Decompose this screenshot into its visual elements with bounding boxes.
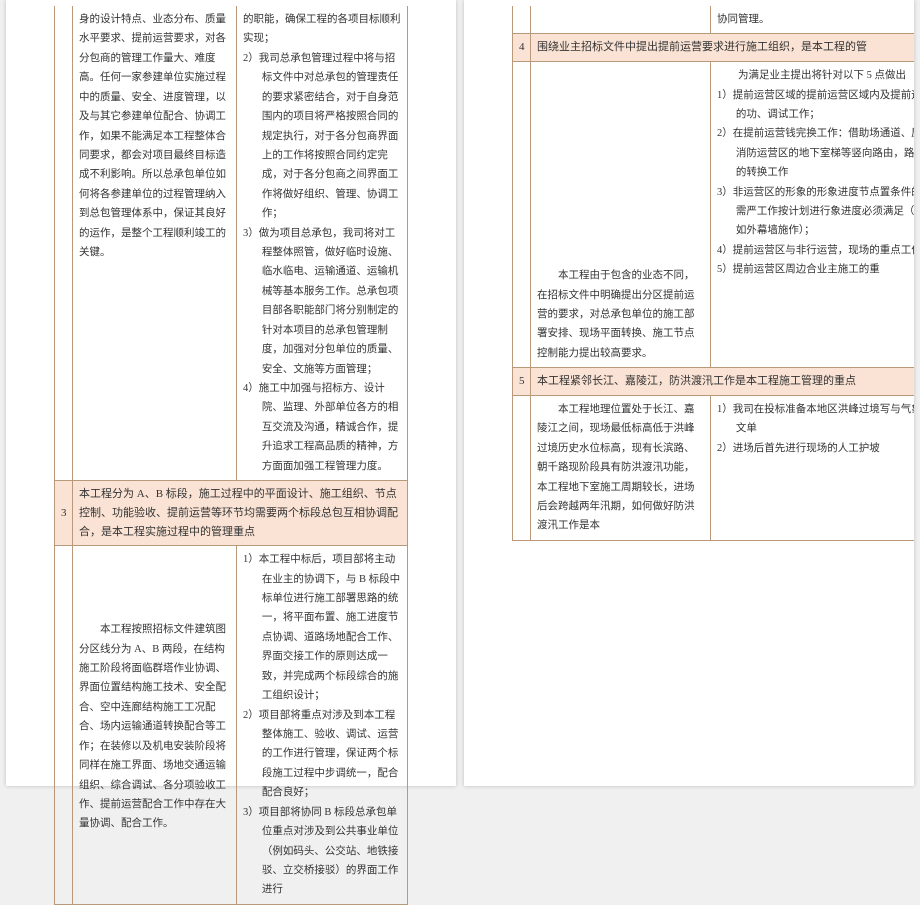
table-row: 本工程由于包含的业态不同，在招标文件中明确提出分区提前运营的要求，对总承包单位的…	[513, 62, 915, 368]
page-left: 身的设计特点、业态分布、质量水平要求、提前运营要求，对各分包商的管理工作量大、难…	[6, 0, 456, 786]
body-text: 2）在提前运营钱完换工作：借助场通道、屋面消防运营区的地下室梯等竖向路由，路由的…	[717, 124, 914, 182]
section-title: 本工程分为 A、B 标段，施工过程中的平面设计、施工组织、节点控制、功能验收、提…	[73, 481, 408, 546]
measures-cell: 1）本工程中标后，项目部将主动在业主的协调下，与 B 标段中标单位进行施工部署思…	[237, 546, 408, 905]
section-number: 4	[513, 34, 531, 62]
body-text: 1）本工程中标后，项目部将主动在业主的协调下，与 B 标段中标单位进行施工部署思…	[243, 550, 401, 705]
body-text: 3）项目部将协同 B 标段总承包单位重点对涉及到公共事业单位（例如码头、公交站、…	[243, 803, 401, 900]
section-title: 围绕业主招标文件中提出提前运营要求进行施工组织，是本工程的管	[531, 34, 915, 62]
body-text: 4）施工中加强与招标方、设计院、监理、外部单位各方的相互交流及沟通，精诚合作，提…	[243, 379, 401, 476]
body-text: 4）提前运营区与非行运营，现场的重点工作；	[717, 241, 914, 260]
body-text: 身的设计特点、业态分布、质量水平要求、提前运营要求，对各分包商的管理工作量大、难…	[79, 10, 230, 262]
section-number: 3	[55, 481, 73, 546]
row-number-cell	[513, 6, 531, 34]
row-number-cell	[513, 62, 531, 368]
measures-cell: 协同管理。	[711, 6, 915, 34]
description-cell: 本工程按照招标文件建筑图分区线分为 A、B 两段，在结构施工阶段将面临群塔作业协…	[73, 546, 237, 905]
body-text: 2）进场后首先进行现场的人工护坡	[717, 439, 914, 458]
body-text: 1）我司在投标准备本地区洪峰过境写与气象水文单	[717, 400, 914, 439]
body-text: 5）提前运营区周边合业主施工的重	[717, 260, 914, 279]
table-row: 本工程地理位置处于长江、嘉陵江之间，现场最低标高低于洪峰过境历史水位标高，现有长…	[513, 395, 915, 540]
content-table-right: 协同管理。 4 围绕业主招标文件中提出提前运营要求进行施工组织，是本工程的管 本…	[512, 6, 914, 541]
description-cell: 本工程地理位置处于长江、嘉陵江之间，现场最低标高低于洪峰过境历史水位标高，现有长…	[531, 395, 711, 540]
section-title: 本工程紧邻长江、嘉陵江，防洪渡汛工作是本工程施工管理的重点	[531, 368, 915, 396]
row-number-cell	[513, 395, 531, 540]
body-text: 3）非运营区的形象的形象进度节点置条件的，需严工作按计划进行象进度必须满足（例如…	[717, 183, 914, 241]
row-number-cell	[55, 6, 73, 481]
table-row: 本工程按照招标文件建筑图分区线分为 A、B 两段，在结构施工阶段将面临群塔作业协…	[55, 546, 408, 905]
section-header-row: 3 本工程分为 A、B 标段，施工过程中的平面设计、施工组织、节点控制、功能验收…	[55, 481, 408, 546]
body-text: 协同管理。	[717, 10, 914, 29]
body-text: 为满足业主提出将针对以下 5 点做出	[717, 66, 914, 85]
section-header-row: 4 围绕业主招标文件中提出提前运营要求进行施工组织，是本工程的管	[513, 34, 915, 62]
body-text: 本工程地理位置处于长江、嘉陵江之间，现场最低标高低于洪峰过境历史水位标高，现有长…	[537, 400, 704, 536]
body-text: 1）提前运营区域的提前运营区域内及提前运营的功、调试工作；	[717, 86, 914, 125]
measures-cell: 的职能，确保工程的各项目标顺利实现； 2）我司总承包管理过程中将与招标文件中对总…	[237, 6, 408, 481]
body-text: 本工程由于包含的业态不同，在招标文件中明确提出分区提前运营的要求，对总承包单位的…	[537, 66, 704, 363]
page-right: 协同管理。 4 围绕业主招标文件中提出提前运营要求进行施工组织，是本工程的管 本…	[464, 0, 914, 786]
measures-cell: 1）我司在投标准备本地区洪峰过境写与气象水文单 2）进场后首先进行现场的人工护坡	[711, 395, 915, 540]
description-cell	[531, 6, 711, 34]
measures-cell: 为满足业主提出将针对以下 5 点做出 1）提前运营区域的提前运营区域内及提前运营…	[711, 62, 915, 368]
content-table-left: 身的设计特点、业态分布、质量水平要求、提前运营要求，对各分包商的管理工作量大、难…	[54, 6, 408, 905]
body-text: 3）做为项目总承包，我司将对工程整体照管，做好临时设施、临水临电、运输通道、运输…	[243, 224, 401, 379]
description-cell: 身的设计特点、业态分布、质量水平要求、提前运营要求，对各分包商的管理工作量大、难…	[73, 6, 237, 481]
table-row: 身的设计特点、业态分布、质量水平要求、提前运营要求，对各分包商的管理工作量大、难…	[55, 6, 408, 481]
row-number-cell	[55, 546, 73, 905]
body-text: 的职能，确保工程的各项目标顺利实现；	[243, 10, 401, 49]
body-text: 本工程按照招标文件建筑图分区线分为 A、B 两段，在结构施工阶段将面临群塔作业协…	[79, 550, 230, 834]
description-cell: 本工程由于包含的业态不同，在招标文件中明确提出分区提前运营的要求，对总承包单位的…	[531, 62, 711, 368]
body-text: 2）我司总承包管理过程中将与招标文件中对总承包的管理责任的要求紧密结合，对于自身…	[243, 49, 401, 224]
body-text: 2）项目部将重点对涉及到本工程整体施工、验收、调试、运营的工作进行管理，保证两个…	[243, 706, 401, 803]
section-number: 5	[513, 368, 531, 396]
section-header-row: 5 本工程紧邻长江、嘉陵江，防洪渡汛工作是本工程施工管理的重点	[513, 368, 915, 396]
table-row: 协同管理。	[513, 6, 915, 34]
